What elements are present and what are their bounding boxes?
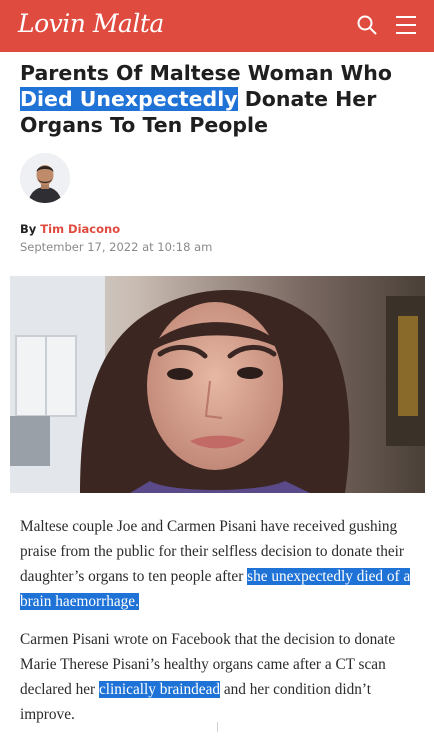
headline-highlight: Died Unexpectedly — [20, 87, 238, 111]
author-avatar[interactable] — [20, 153, 70, 203]
search-button[interactable] — [356, 14, 378, 36]
clinically-braindead-link[interactable]: clinically braindead — [98, 681, 221, 698]
text-caret — [217, 722, 218, 732]
paragraph-1: Maltese couple Joe and Carmen Pisani hav… — [20, 514, 418, 614]
author-portrait-icon — [20, 153, 70, 203]
publish-date: September 17, 2022 at 10:18 am — [20, 240, 213, 254]
hero-portrait-image — [10, 276, 425, 493]
paragraph-2: Carmen Pisani wrote on Facebook that the… — [20, 627, 418, 727]
hero-image — [10, 276, 425, 493]
by-label: By — [20, 222, 37, 236]
search-icon — [357, 15, 377, 35]
lovin-malta-logo[interactable]: Lovin Malta — [18, 9, 164, 38]
byline: By Tim Diacono — [20, 222, 120, 236]
top-navigation-bar: Lovin Malta — [0, 0, 434, 52]
article-body: Maltese couple Joe and Carmen Pisani hav… — [20, 514, 418, 740]
article-headline: Parents Of Maltese Woman Who Died Unexpe… — [20, 60, 420, 138]
author-link[interactable]: Tim Diacono — [40, 222, 120, 236]
hamburger-menu-icon[interactable] — [396, 15, 416, 35]
headline-text-start: Parents Of Maltese Woman Who — [20, 61, 392, 85]
